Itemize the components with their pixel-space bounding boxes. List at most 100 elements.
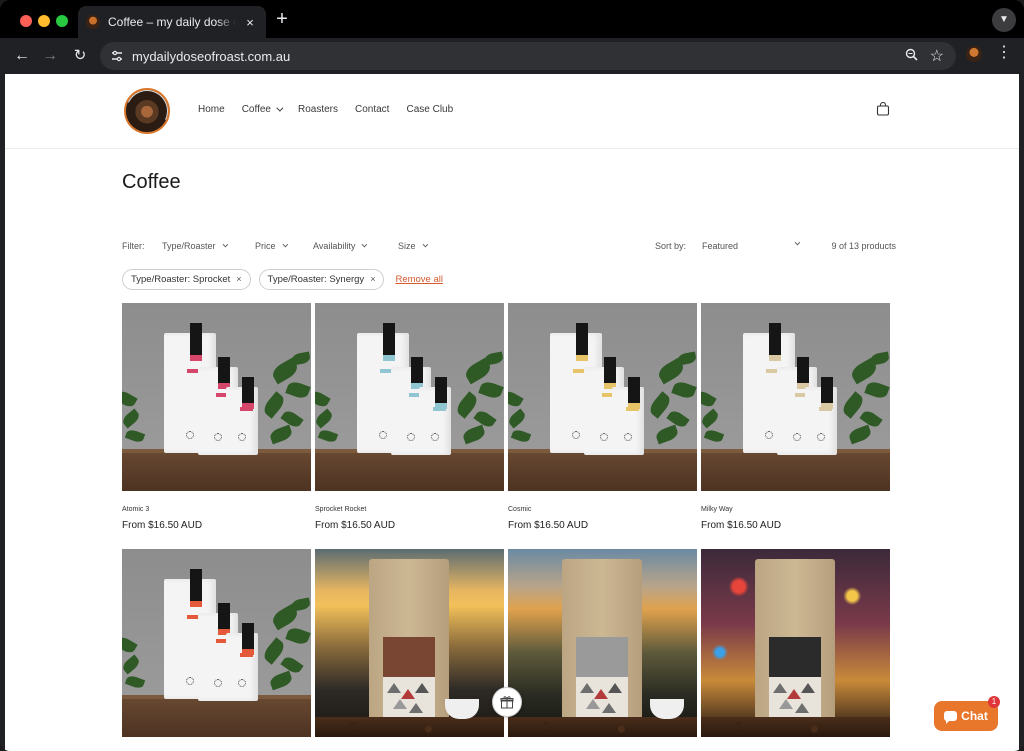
label-triangle — [787, 689, 801, 699]
leaf-shape — [122, 654, 142, 675]
product-name[interactable]: Milky Way — [701, 506, 733, 513]
nav-contact[interactable]: Contact — [355, 104, 389, 115]
nav-case-club[interactable]: Case Club — [406, 104, 453, 115]
nav-roasters[interactable]: Roasters — [298, 104, 338, 115]
filter-chip-sprocket[interactable]: Type/Roaster: Sprocket × — [122, 268, 251, 290]
product-image[interactable] — [701, 549, 890, 737]
page-title: Coffee — [122, 171, 181, 193]
label-triangle — [409, 703, 423, 713]
brand-tag — [628, 377, 640, 409]
new-tab-icon[interactable]: + — [273, 9, 291, 29]
leaf-shape — [124, 674, 146, 690]
brand-tag — [604, 357, 616, 389]
browser-toolbar: ← → ↻ mydailydoseofroast.com.au ☆ — [0, 38, 1024, 74]
leaf-shape — [315, 388, 331, 410]
product-price: From $16.50 AUD — [508, 520, 589, 531]
sprocket-logo-icon — [186, 677, 194, 685]
product-name[interactable]: Atomic 3 — [122, 506, 149, 513]
coffee-beans — [315, 717, 504, 737]
product-image[interactable] — [315, 549, 504, 737]
product-count: 9 of 13 products — [831, 241, 896, 251]
nav-home[interactable]: Home — [198, 104, 225, 115]
bag-label — [769, 637, 821, 719]
label-triangle — [779, 699, 793, 709]
close-window-button[interactable] — [20, 15, 32, 27]
leaf-shape — [864, 379, 890, 401]
bookmark-star-icon[interactable]: ☆ — [930, 46, 944, 66]
label-triangle — [608, 683, 622, 693]
coffee-beans — [508, 717, 697, 737]
product-image[interactable] — [315, 303, 504, 491]
label-triangle — [415, 683, 429, 693]
sprocket-logo-icon — [817, 433, 825, 441]
url-text[interactable]: mydailydoseofroast.com.au — [132, 49, 290, 64]
product-price: From $16.50 AUD — [701, 520, 782, 531]
nav-contact-label: Contact — [355, 104, 390, 115]
tab-close-icon[interactable]: × — [242, 15, 258, 30]
leaf-shape — [291, 597, 311, 612]
filter-price[interactable]: Price — [255, 241, 288, 251]
leaf-shape — [677, 351, 697, 366]
leaf-shape — [461, 424, 487, 445]
cart-icon[interactable] — [876, 101, 890, 116]
product-name[interactable]: Sprocket Rocket — [315, 506, 366, 513]
sprocket-logo-icon — [793, 433, 801, 441]
chevron-down-icon — [282, 241, 288, 248]
bag-label-panel — [769, 637, 821, 677]
product-name[interactable]: Cosmic — [508, 506, 531, 513]
leaf-shape — [508, 408, 528, 429]
sort-label: Sort by: — [655, 241, 687, 251]
main-nav: Home Coffee Roasters Contact Case Club — [198, 104, 470, 115]
sort-select[interactable]: Featured — [702, 239, 801, 251]
sort-value: Featured — [702, 241, 739, 251]
nav-coffee-label: Coffee — [241, 104, 271, 115]
filter-label: Filter: — [122, 241, 145, 251]
filter-chip-synergy[interactable]: Type/Roaster: Synergy × — [258, 268, 385, 290]
label-triangle — [393, 699, 407, 709]
leaf-shape — [508, 388, 524, 410]
leaf-shape — [703, 428, 725, 444]
tab-coffee[interactable]: Coffee – my daily dose of roast × — [78, 6, 266, 38]
product-image[interactable] — [508, 549, 697, 737]
site-logo[interactable] — [124, 88, 170, 134]
leaf-shape — [285, 379, 311, 401]
close-icon[interactable]: × — [370, 274, 375, 284]
brand-tag — [435, 377, 447, 409]
coffee-bag — [369, 559, 449, 729]
forward-icon[interactable]: → — [40, 46, 60, 66]
filter-availability[interactable]: Availability — [313, 241, 368, 251]
minimize-window-button[interactable] — [38, 15, 50, 27]
gift-icon[interactable] — [492, 687, 522, 717]
coffee-bag — [755, 559, 835, 729]
profile-avatar[interactable] — [966, 46, 982, 62]
brand-tag — [383, 323, 395, 361]
sprocket-logo-icon — [431, 433, 439, 441]
close-icon[interactable]: × — [236, 274, 241, 284]
filter-type-roaster[interactable]: Type/Roaster — [162, 241, 228, 251]
nav-coffee[interactable]: Coffee — [241, 104, 284, 115]
filter-size-label: Size — [398, 241, 416, 251]
remove-all-link[interactable]: Remove all — [395, 274, 443, 285]
site-info-icon[interactable] — [108, 47, 126, 65]
back-icon[interactable]: ← — [12, 46, 32, 66]
product-image[interactable] — [508, 303, 697, 491]
coffee-bag — [562, 559, 642, 729]
label-triangle — [602, 703, 616, 713]
tab-search-icon[interactable]: ▼ — [992, 8, 1016, 32]
chevron-down-icon — [422, 241, 428, 248]
leaf-shape — [268, 424, 294, 445]
chevron-down-icon — [222, 241, 228, 248]
product-image[interactable] — [701, 303, 890, 491]
leaf-shape — [847, 424, 873, 445]
reload-icon[interactable]: ↻ — [70, 46, 90, 66]
browser-menu-icon[interactable]: ⋮ — [996, 45, 1012, 61]
brand-tag — [218, 357, 230, 389]
filter-size[interactable]: Size — [398, 241, 428, 251]
leaf-shape — [122, 388, 138, 410]
maximize-window-button[interactable] — [56, 15, 68, 27]
zoom-icon[interactable] — [905, 48, 918, 64]
table-surface — [122, 695, 311, 737]
address-bar[interactable]: mydailydoseofroast.com.au ☆ — [100, 42, 956, 70]
product-image[interactable] — [122, 303, 311, 491]
product-image[interactable] — [122, 549, 311, 737]
